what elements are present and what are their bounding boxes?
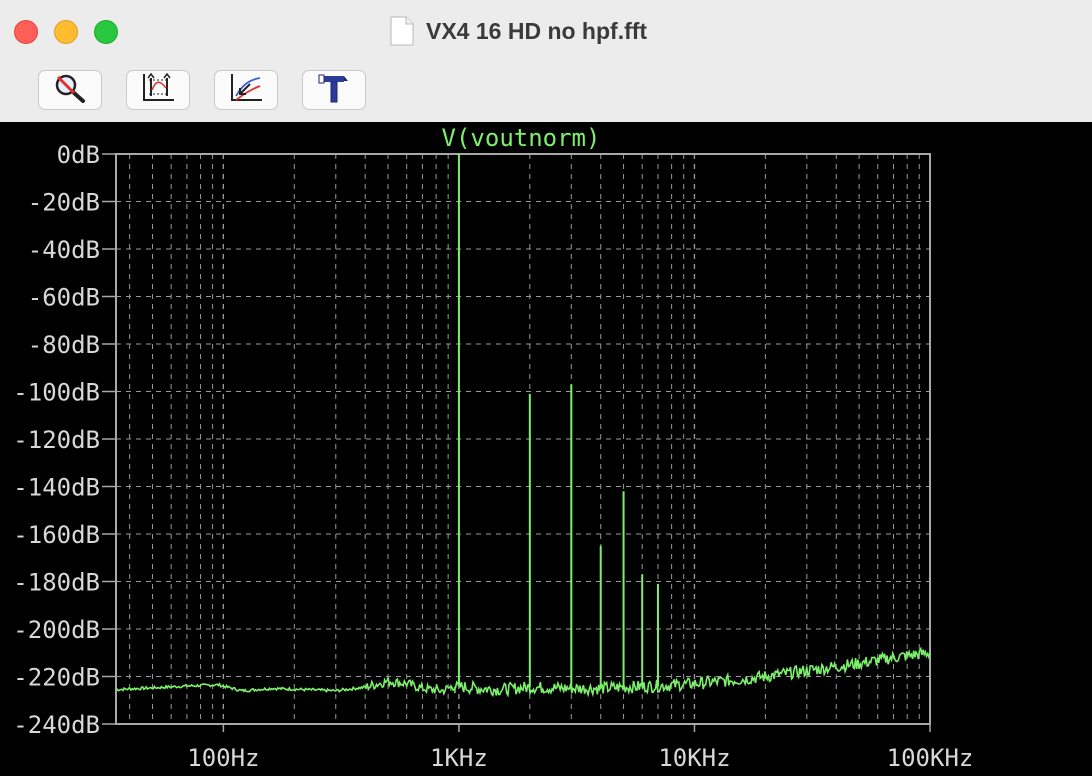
y-tick-label: -220dB [13,664,100,692]
fft-chart: 0dB -20dB -40dB -60dB -80dB -100dB -120dB -140d… [13,124,974,772]
zoom-cancel-icon [52,72,88,109]
autorange-icon [140,72,176,109]
x-tick-label: 1KHz [430,744,488,772]
y-tick-label: -40dB [28,236,100,264]
window-title: VX4 16 HD no hpf.fft [426,17,648,44]
title-bar: VX4 16 HD no hpf.fft [0,0,1092,63]
y-tick-label: -200dB [13,616,100,644]
hammer-button[interactable] [302,70,366,110]
y-tick-label: -160dB [13,521,100,549]
y-tick-label: -100dB [13,379,100,407]
plot-area[interactable]: 0dB -20dB -40dB -60dB -80dB -100dB -120dB -140d… [0,122,1092,776]
trace-noise-floor [115,646,931,698]
x-tick-label: 10KHz [658,744,730,772]
toolbar [0,62,1092,122]
autorange-button[interactable] [126,70,190,110]
pick-trace-button[interactable] [214,70,278,110]
y-tick-label: -240dB [13,711,100,739]
y-tick-label: -20dB [28,189,100,217]
window-title-group: VX4 16 HD no hpf.fft [390,16,647,46]
document-icon [390,16,414,46]
hammer-icon [316,72,352,109]
pick-trace-icon [228,72,264,109]
zoom-cancel-button[interactable] [38,70,102,110]
y-tick-label: -80dB [28,331,100,359]
close-window-button[interactable] [14,20,38,44]
x-tick-label: 100Hz [187,744,259,772]
y-tick-label: -60dB [28,284,100,312]
maximize-window-button[interactable] [94,20,118,44]
y-tick-label: -120dB [13,426,100,454]
x-tick-label: 100KHz [887,744,974,772]
chart-title: V(voutnorm) [442,124,601,152]
minimize-window-button[interactable] [54,20,78,44]
y-tick-label: 0dB [57,141,100,169]
y-tick-label: -180dB [13,569,100,597]
y-tick-label: -140dB [13,474,100,502]
